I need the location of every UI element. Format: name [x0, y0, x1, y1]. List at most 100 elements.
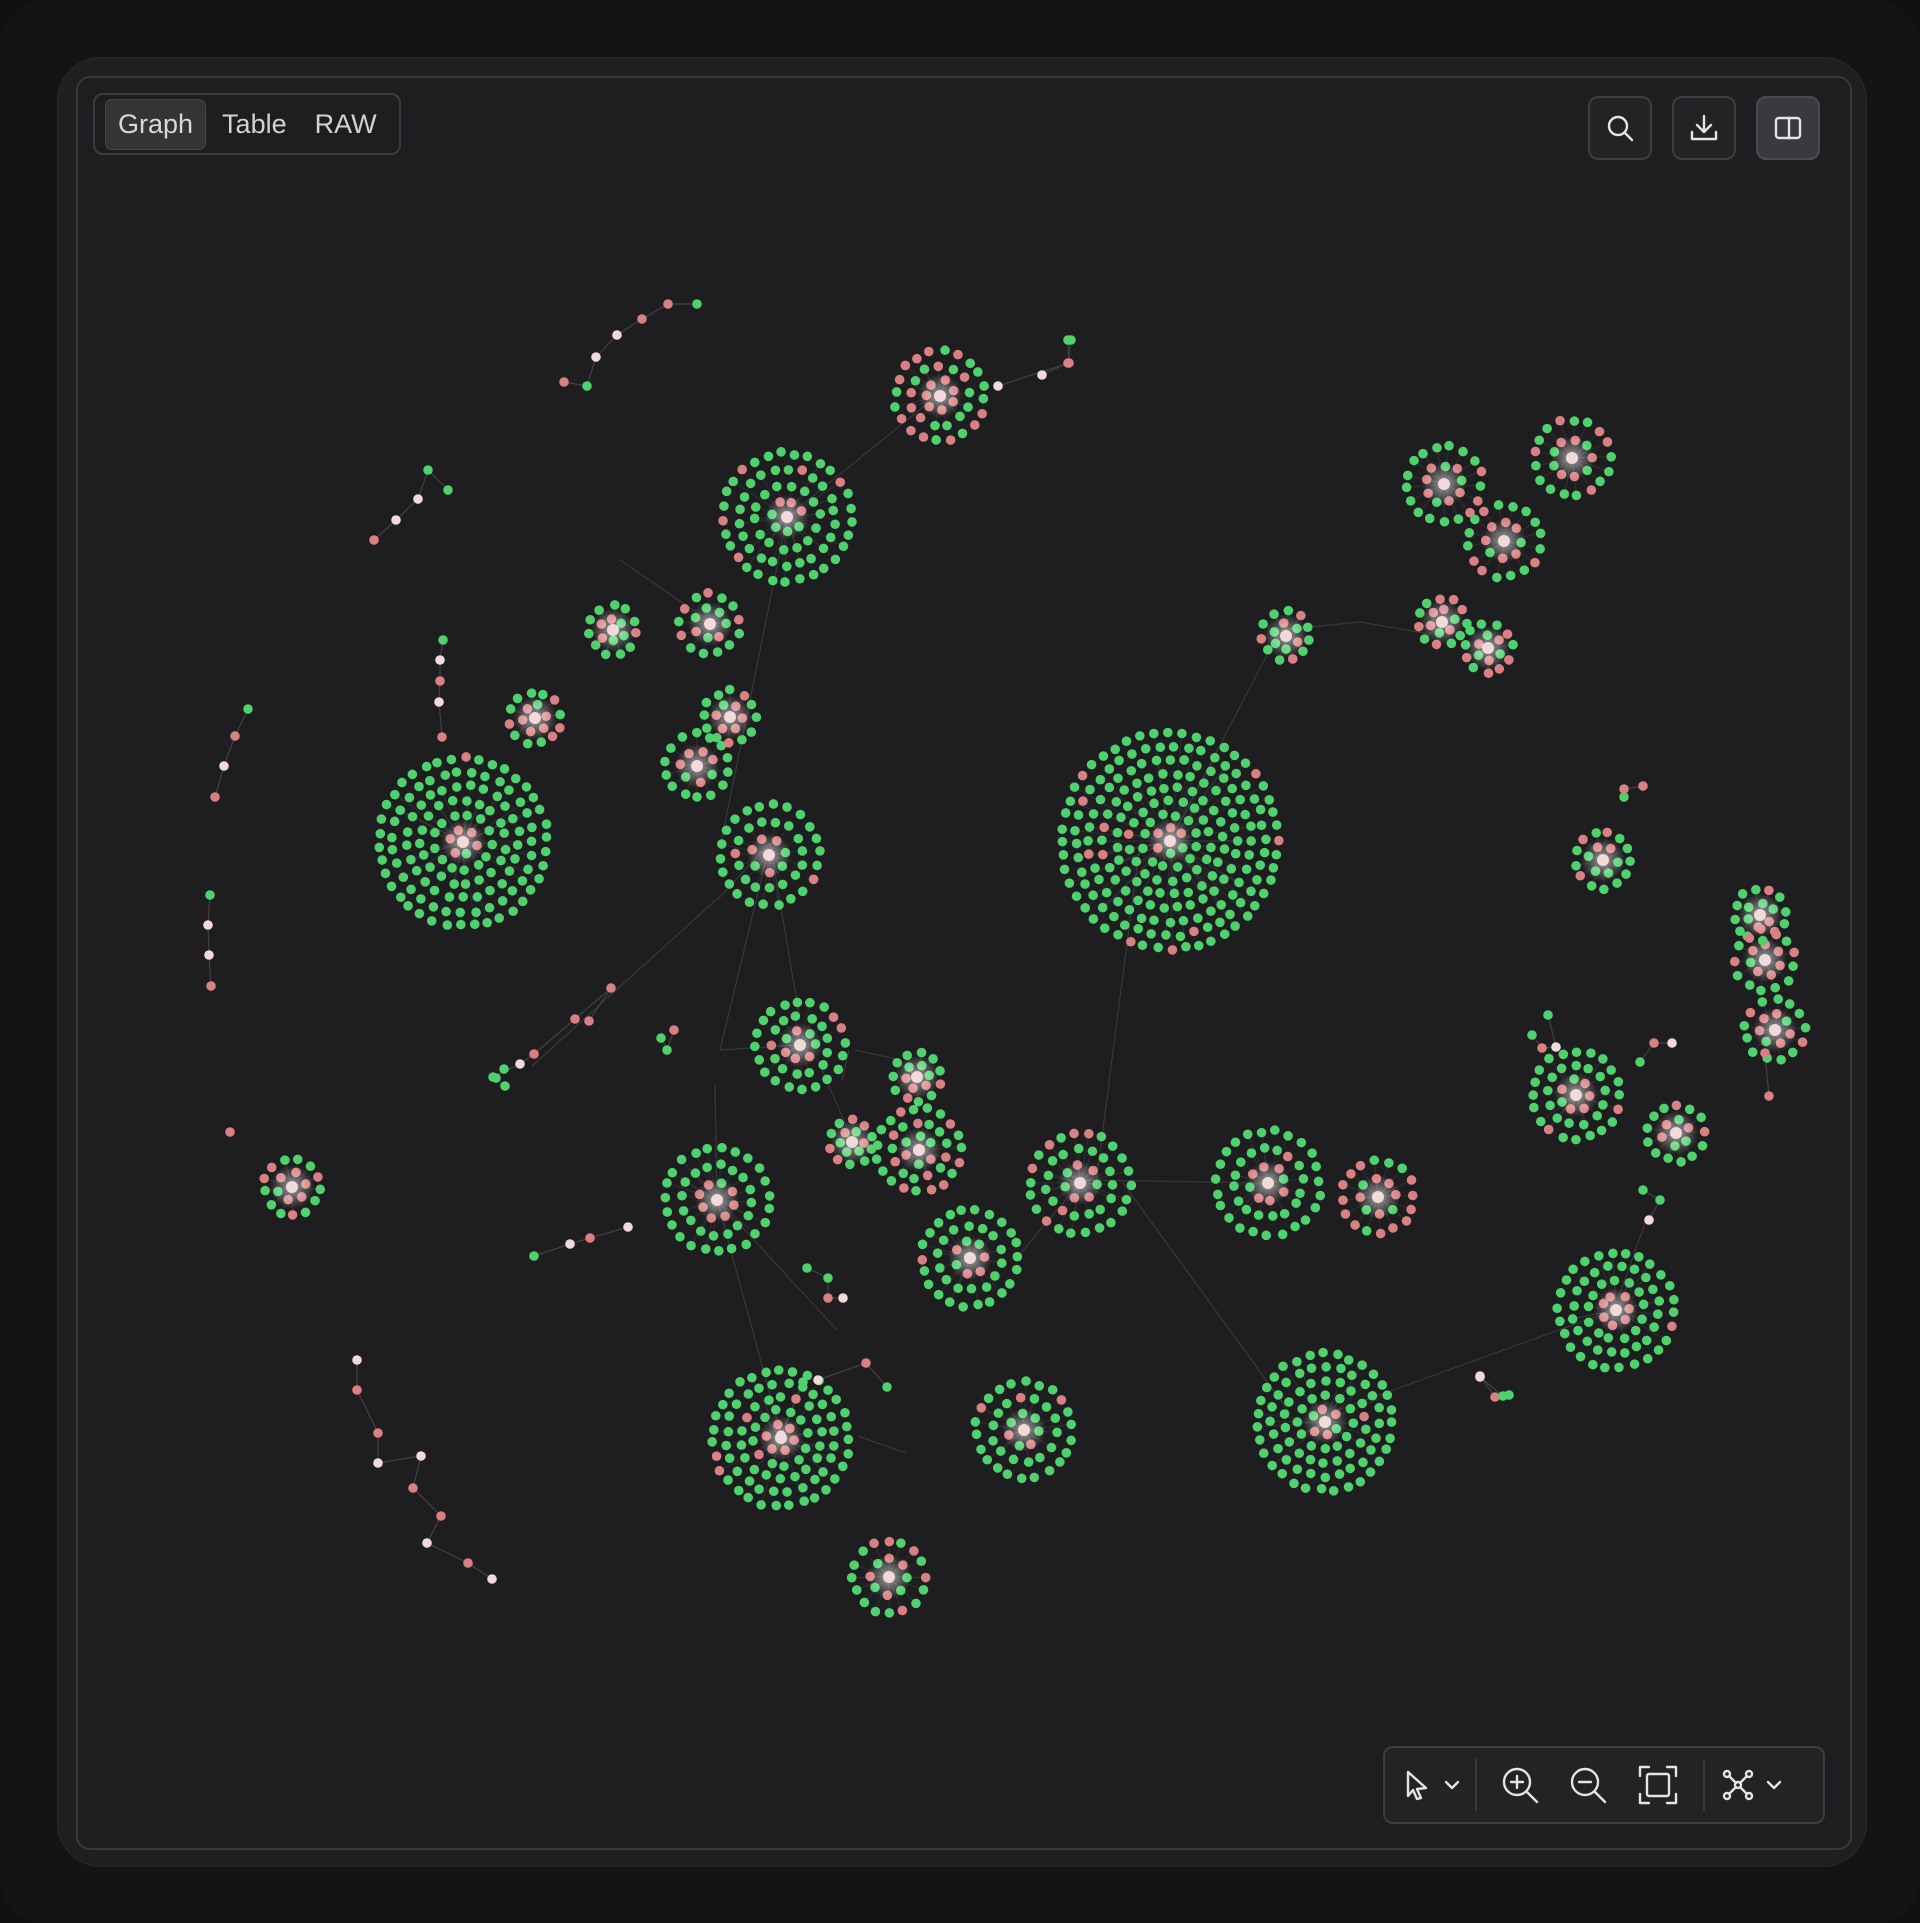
graph-node[interactable]	[1745, 1007, 1756, 1018]
graph-node[interactable]	[1232, 836, 1243, 846]
graph-node[interactable]	[945, 435, 956, 445]
graph-node[interactable]	[1614, 833, 1625, 844]
graph-node[interactable]	[1579, 1276, 1590, 1287]
graph-node[interactable]	[948, 364, 959, 375]
graph-node[interactable]	[1173, 770, 1183, 780]
graph-node[interactable]	[1602, 437, 1613, 447]
graph-node[interactable]	[770, 1053, 780, 1064]
graph-node[interactable]	[1070, 825, 1080, 836]
graph-node[interactable]	[1470, 514, 1480, 525]
graph-node[interactable]	[1001, 1398, 1012, 1409]
graph-node[interactable]	[656, 1033, 666, 1043]
graph-node[interactable]	[1112, 842, 1123, 853]
graph-node[interactable]	[1641, 1272, 1651, 1283]
graph-node[interactable]	[499, 828, 510, 838]
hub-node[interactable]	[1759, 954, 1771, 966]
graph-node[interactable]	[1124, 844, 1135, 855]
graph-node[interactable]	[259, 1173, 270, 1184]
graph-node[interactable]	[711, 1451, 722, 1461]
graph-node[interactable]	[784, 1378, 794, 1389]
graph-node[interactable]	[685, 643, 696, 653]
graph-node[interactable]	[1365, 1467, 1376, 1477]
graph-node[interactable]	[677, 1190, 687, 1201]
graph-node[interactable]	[885, 1115, 896, 1126]
graph-node[interactable]	[963, 402, 973, 412]
graph-node[interactable]	[771, 1500, 782, 1511]
graph-node[interactable]	[429, 885, 440, 896]
graph-node[interactable]	[743, 1389, 754, 1399]
graph-node[interactable]	[486, 867, 496, 878]
graph-node[interactable]	[826, 1453, 836, 1463]
graph-node[interactable]	[718, 1399, 728, 1410]
graph-node[interactable]	[507, 813, 518, 824]
graph-node[interactable]	[918, 1585, 929, 1595]
graph-node[interactable]	[1388, 1223, 1398, 1233]
graph-node[interactable]	[926, 1184, 937, 1195]
graph-node[interactable]	[1145, 900, 1156, 910]
graph-node[interactable]	[1620, 1248, 1631, 1259]
graph-node[interactable]	[1558, 1132, 1568, 1143]
graph-node[interactable]	[1025, 1190, 1036, 1200]
graph-node[interactable]	[766, 1040, 777, 1051]
graph-node[interactable]	[808, 569, 819, 580]
graph-node[interactable]	[1505, 570, 1516, 581]
graph-node[interactable]	[1088, 914, 1099, 924]
graph-node[interactable]	[1588, 1290, 1598, 1301]
graph-node[interactable]	[1060, 808, 1071, 818]
graph-node[interactable]	[741, 1239, 751, 1250]
graph-node[interactable]	[912, 353, 922, 364]
graph-node[interactable]	[1155, 888, 1165, 898]
graph-node[interactable]	[1057, 836, 1068, 847]
tab-raw[interactable]: RAW	[303, 100, 389, 149]
graph-node[interactable]	[1669, 1294, 1679, 1305]
graph-node[interactable]	[423, 465, 433, 475]
graph-node[interactable]	[1056, 1395, 1067, 1405]
graph-node[interactable]	[1071, 891, 1082, 902]
graph-node[interactable]	[990, 1271, 1000, 1281]
hub-node[interactable]	[529, 712, 541, 724]
graph-node[interactable]	[1273, 1390, 1284, 1400]
graph-node[interactable]	[725, 541, 736, 551]
hub-node[interactable]	[724, 711, 736, 723]
layout-button[interactable]	[1715, 1757, 1761, 1813]
graph-node[interactable]	[1031, 1204, 1042, 1214]
hub-node[interactable]	[286, 1181, 298, 1193]
graph-node[interactable]	[778, 1015, 789, 1026]
graph-node[interactable]	[1530, 517, 1540, 528]
graph-node[interactable]	[1059, 864, 1070, 875]
graph-node[interactable]	[425, 862, 435, 872]
graph-node[interactable]	[723, 1426, 734, 1437]
graph-node[interactable]	[1800, 1022, 1811, 1033]
graph-node[interactable]	[517, 896, 528, 907]
graph-node[interactable]	[387, 844, 398, 855]
hub-node[interactable]	[1438, 478, 1450, 490]
graph-node[interactable]	[699, 710, 710, 720]
graph-node[interactable]	[1248, 1226, 1258, 1237]
graph-node[interactable]	[507, 885, 518, 896]
hub-node[interactable]	[1319, 1416, 1331, 1428]
graph-node[interactable]	[841, 1421, 852, 1432]
graph-node[interactable]	[462, 796, 472, 806]
graph-node[interactable]	[1336, 1363, 1346, 1374]
graph-node[interactable]	[540, 846, 551, 857]
graph-node[interactable]	[1152, 875, 1162, 885]
graph-node[interactable]	[525, 885, 536, 895]
graph-node[interactable]	[377, 855, 388, 865]
graph-node[interactable]	[831, 1394, 842, 1405]
graph-node[interactable]	[739, 492, 750, 502]
graph-node[interactable]	[1374, 1456, 1385, 1467]
graph-node[interactable]	[1335, 1377, 1346, 1388]
graph-node[interactable]	[744, 543, 755, 554]
graph-node[interactable]	[1268, 1211, 1278, 1221]
graph-node[interactable]	[1219, 742, 1230, 753]
graph-node[interactable]	[818, 1467, 828, 1477]
graph-node[interactable]	[797, 886, 808, 897]
graph-node[interactable]	[1088, 890, 1098, 901]
graph-node[interactable]	[838, 1461, 848, 1472]
graph-node[interactable]	[1687, 1151, 1697, 1162]
graph-node[interactable]	[1064, 878, 1075, 888]
graph-node[interactable]	[1332, 1441, 1343, 1451]
graph-node[interactable]	[469, 919, 480, 930]
graph-node[interactable]	[1073, 852, 1084, 863]
graph-node[interactable]	[1217, 831, 1228, 842]
